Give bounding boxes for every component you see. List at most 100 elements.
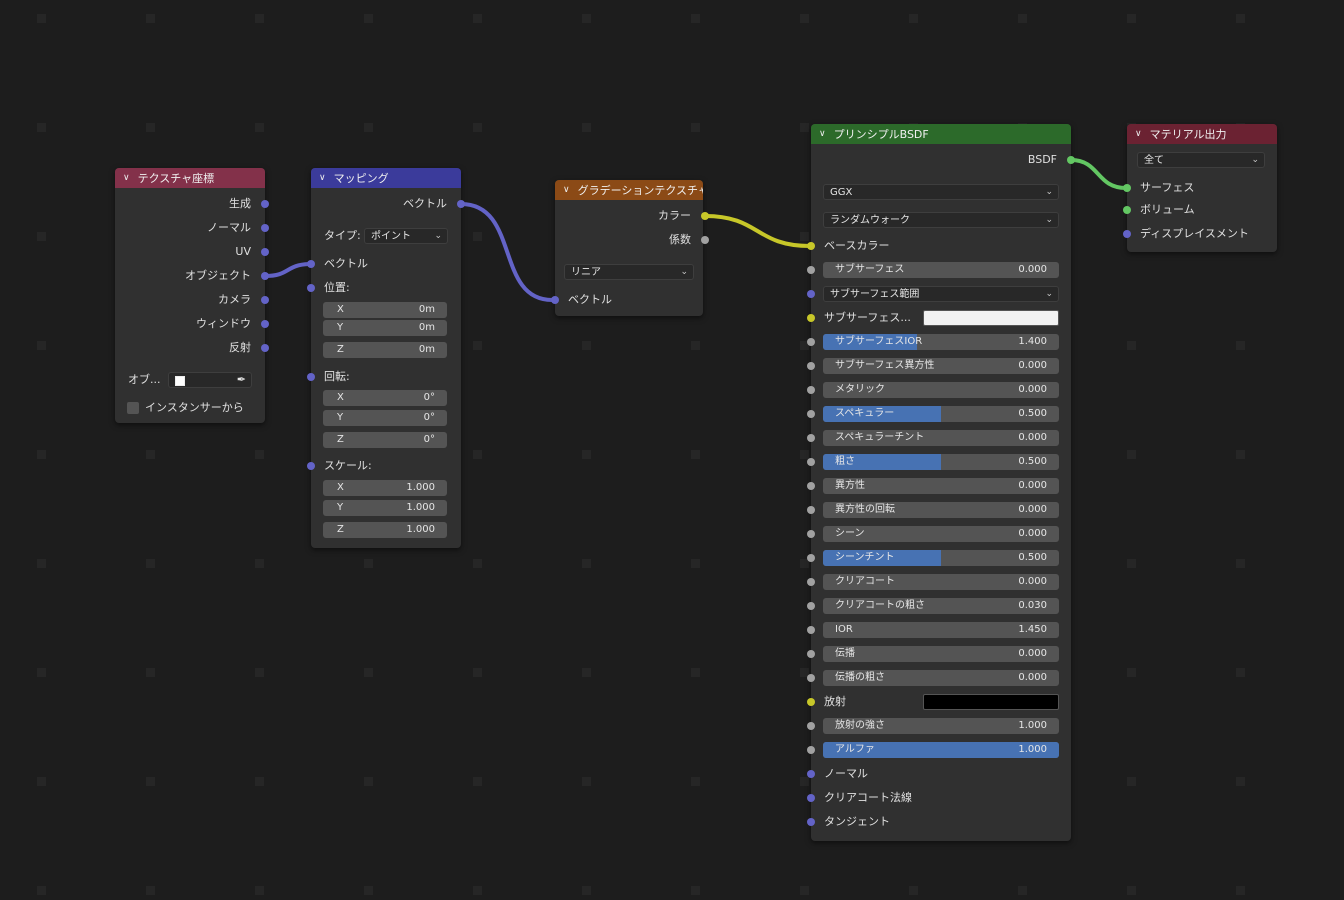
socket-input[interactable]: [807, 698, 815, 706]
collapse-chevron-icon[interactable]: ∨: [563, 185, 570, 195]
node-header[interactable]: ∨ マテリアル出力: [1127, 124, 1277, 144]
socket-input[interactable]: [807, 530, 815, 538]
value-slider[interactable]: 粗さ 0.500: [823, 454, 1059, 470]
eyedropper-icon[interactable]: ✒: [237, 373, 246, 387]
target-dropdown[interactable]: 全て ⌄: [1137, 152, 1265, 168]
collapse-chevron-icon[interactable]: ∨: [819, 129, 826, 139]
socket-input[interactable]: [807, 650, 815, 658]
subsurface-method-dropdown[interactable]: ランダムウォーク ⌄: [823, 212, 1059, 228]
socket-output-camera[interactable]: [261, 296, 269, 304]
value-slider[interactable]: メタリック 0.000: [823, 382, 1059, 398]
socket-input[interactable]: [807, 434, 815, 442]
scale-x-field[interactable]: X 1.000: [323, 480, 447, 496]
socket-input[interactable]: [807, 746, 815, 754]
value-slider[interactable]: サブサーフェスIOR 1.400: [823, 334, 1059, 350]
socket-input[interactable]: [807, 458, 815, 466]
node-header[interactable]: ∨ テクスチャ座標: [115, 168, 265, 188]
socket-input-vector[interactable]: [307, 260, 315, 268]
subsurface-radius-dropdown[interactable]: サブサーフェス範囲 ⌄: [823, 286, 1059, 302]
socket-input[interactable]: [807, 818, 815, 826]
socket-input[interactable]: [807, 626, 815, 634]
socket-input[interactable]: [807, 794, 815, 802]
collapse-chevron-icon[interactable]: ∨: [1135, 129, 1142, 139]
socket-input[interactable]: [807, 554, 815, 562]
socket-output-bsdf[interactable]: [1067, 156, 1075, 164]
node-header[interactable]: ∨ マッピング: [311, 168, 461, 188]
rotation-z-field[interactable]: Z 0°: [323, 432, 447, 448]
socket-output-vector[interactable]: [457, 200, 465, 208]
collapse-chevron-icon[interactable]: ∨: [319, 173, 326, 183]
socket-input[interactable]: [807, 674, 815, 682]
socket-output-reflection[interactable]: [261, 344, 269, 352]
value-slider[interactable]: スペキュラー 0.500: [823, 406, 1059, 422]
value-slider[interactable]: スペキュラーチント 0.000: [823, 430, 1059, 446]
color-swatch[interactable]: [923, 694, 1059, 710]
socket-output-uv[interactable]: [261, 248, 269, 256]
value-slider[interactable]: シーン 0.000: [823, 526, 1059, 542]
socket-input-scale[interactable]: [307, 462, 315, 470]
socket-input[interactable]: [807, 266, 815, 274]
socket-output-generated[interactable]: [261, 200, 269, 208]
scale-y-field[interactable]: Y 1.000: [323, 500, 447, 516]
value-slider[interactable]: 異方性 0.000: [823, 478, 1059, 494]
rotation-y-field[interactable]: Y 0°: [323, 410, 447, 426]
value-slider[interactable]: クリアコート 0.000: [823, 574, 1059, 590]
socket-input[interactable]: [807, 578, 815, 586]
value-slider[interactable]: 異方性の回転 0.000: [823, 502, 1059, 518]
node-material-output[interactable]: ∨ マテリアル出力 全て ⌄ サーフェス ボリューム ディスプレイスメント: [1123, 124, 1277, 252]
socket-input-vector[interactable]: [551, 296, 559, 304]
object-picker[interactable]: ✒: [168, 372, 252, 388]
socket-output-window[interactable]: [261, 320, 269, 328]
value-slider[interactable]: サブサーフェス異方性 0.000: [823, 358, 1059, 374]
distribution-dropdown[interactable]: GGX ⌄: [823, 184, 1059, 200]
color-swatch[interactable]: [923, 310, 1059, 326]
location-x-field[interactable]: X 0m: [323, 302, 447, 318]
collapse-chevron-icon[interactable]: ∨: [123, 173, 130, 183]
socket-input[interactable]: [807, 290, 815, 298]
slider-value: 1.450: [1018, 624, 1047, 635]
socket-output-fac[interactable]: [701, 236, 709, 244]
node-mapping[interactable]: ∨ マッピング ベクトル タイプ: ポイント ⌄ ベクトル 位置: X 0m Y 0…: [307, 168, 465, 548]
socket-input[interactable]: [807, 386, 815, 394]
value-slider[interactable]: サブサーフェス 0.000: [823, 262, 1059, 278]
node-principled-bsdf[interactable]: ∨ プリンシプルBSDF BSDF GGX ⌄ ランダムウォーク ⌄ ベースカラ…: [807, 124, 1075, 841]
socket-input[interactable]: [807, 338, 815, 346]
value-slider[interactable]: クリアコートの粗さ 0.030: [823, 598, 1059, 614]
rotation-x-field[interactable]: X 0°: [323, 390, 447, 406]
socket-input-surface[interactable]: [1123, 184, 1131, 192]
socket-output-object[interactable]: [261, 272, 269, 280]
socket-input[interactable]: [807, 506, 815, 514]
location-z-field[interactable]: Z 0m: [323, 342, 447, 358]
socket-input-base-color[interactable]: [807, 242, 815, 250]
socket-input-displacement[interactable]: [1123, 230, 1131, 238]
socket-output-normal[interactable]: [261, 224, 269, 232]
type-dropdown[interactable]: ポイント ⌄: [364, 228, 448, 244]
value-slider[interactable]: シーンチント 0.500: [823, 550, 1059, 566]
value-slider[interactable]: アルファ 1.000: [823, 742, 1059, 758]
grid-dot: [582, 341, 591, 350]
node-texture-coordinate[interactable]: ∨ テクスチャ座標 生成 ノーマル UV オブジェクト カメラ ウィンドウ 反射…: [115, 168, 269, 423]
scale-z-field[interactable]: Z 1.000: [323, 522, 447, 538]
value-slider[interactable]: 放射の強さ 1.000: [823, 718, 1059, 734]
node-gradient-texture[interactable]: ∨ グラデーションテクスチャ カラー 係数 リニア ⌄ ベクトル: [551, 180, 709, 316]
node-header[interactable]: ∨ グラデーションテクスチャ: [555, 180, 703, 200]
socket-input[interactable]: [807, 602, 815, 610]
socket-input[interactable]: [807, 314, 815, 322]
socket-output-color[interactable]: [701, 212, 709, 220]
socket-input[interactable]: [807, 770, 815, 778]
socket-input[interactable]: [807, 722, 815, 730]
socket-input[interactable]: [807, 362, 815, 370]
value-slider[interactable]: 伝播 0.000: [823, 646, 1059, 662]
instancer-checkbox[interactable]: [127, 402, 139, 414]
value-slider[interactable]: IOR 1.450: [823, 622, 1059, 638]
location-y-field[interactable]: Y 0m: [323, 320, 447, 336]
chevron-down-icon: ⌄: [434, 231, 442, 241]
gradient-type-dropdown[interactable]: リニア ⌄: [564, 264, 694, 280]
socket-input-volume[interactable]: [1123, 206, 1131, 214]
value-slider[interactable]: 伝播の粗さ 0.000: [823, 670, 1059, 686]
socket-input-location[interactable]: [307, 284, 315, 292]
node-header[interactable]: ∨ プリンシプルBSDF: [811, 124, 1071, 144]
socket-input-rotation[interactable]: [307, 373, 315, 381]
socket-input[interactable]: [807, 482, 815, 490]
socket-input[interactable]: [807, 410, 815, 418]
